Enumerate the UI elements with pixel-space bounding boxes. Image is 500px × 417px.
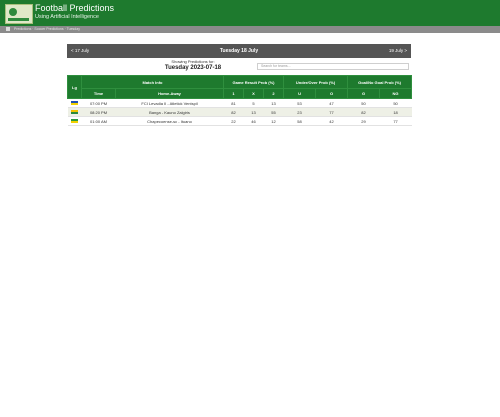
col-2[interactable]: 2 — [262, 88, 285, 99]
ball-icon — [9, 8, 17, 16]
prob-goal: 29 — [347, 116, 380, 126]
predictions-panel: < 17 July Tuesday 18 July 19 July > Show… — [67, 44, 413, 136]
match-time: 01:00 AM — [81, 116, 116, 126]
prob-1: 22 — [223, 116, 244, 126]
breadcrumb: Predictions · Soccer Predictions · Tuesd… — [0, 26, 500, 33]
prob-1: 82 — [223, 107, 244, 117]
table-row[interactable]: 01:00 AM Chapecoense-sc - Ituano 22 46 1… — [67, 116, 412, 126]
col-league[interactable]: Lg — [67, 75, 82, 99]
col-1[interactable]: 1 — [223, 88, 244, 99]
prob-2: 13 — [263, 98, 284, 108]
table-row[interactable]: 07:00 PM FCI Levadia II - Atletick Vents… — [67, 98, 412, 108]
col-o[interactable]: O — [315, 88, 349, 99]
prob-goal: 82 — [347, 107, 380, 117]
prob-x: 46 — [243, 116, 264, 126]
prob-under: 23 — [283, 107, 316, 117]
country-flag-icon — [71, 101, 78, 106]
col-x[interactable]: X — [243, 88, 264, 99]
search-input[interactable]: Search for teams... — [257, 63, 409, 70]
prob-no-goal: 50 — [379, 98, 412, 108]
country-flag-icon — [71, 110, 78, 115]
prob-over: 77 — [315, 107, 348, 117]
prob-over: 47 — [315, 98, 348, 108]
prob-no-goal: 77 — [379, 116, 412, 126]
field-icon — [8, 18, 29, 21]
date-navigation: < 17 July Tuesday 18 July 19 July > — [67, 44, 411, 58]
match-teams[interactable]: Chapecoense-sc - Ituano — [115, 116, 224, 126]
prob-1: 81 — [223, 98, 244, 108]
match-time: 08:20 PM — [81, 107, 116, 117]
showing-date: Tuesday 2023-07-18 — [164, 65, 222, 71]
prob-no-goal: 18 — [379, 107, 412, 117]
predictions-table: Lg Match Info Game Result Prob (%) Under… — [67, 75, 413, 126]
col-under-over: Under/Over Prob (%) — [283, 75, 349, 89]
country-flag-icon — [71, 119, 78, 124]
match-teams[interactable]: Banga - Kauno Zalgiris — [115, 107, 224, 117]
showing-label: Showing Predictions for: — [171, 59, 215, 64]
prob-under: 53 — [283, 98, 316, 108]
match-teams[interactable]: FCI Levadia II - Atletick Ventspil — [115, 98, 224, 108]
prob-goal: 50 — [347, 98, 380, 108]
table-row[interactable]: 08:20 PM Banga - Kauno Zalgiris 82 13 55… — [67, 107, 412, 117]
col-goal-nogoal: Goal/No Goal Prob (%) — [347, 75, 413, 89]
site-logo[interactable] — [5, 4, 33, 24]
next-day-link[interactable]: 19 July > — [389, 44, 407, 58]
prob-over: 42 — [315, 116, 348, 126]
col-ng[interactable]: NG — [379, 88, 413, 99]
site-subtitle: Using Artificial Intelligence — [35, 14, 99, 20]
prob-x: 13 — [243, 107, 264, 117]
home-icon[interactable] — [6, 27, 10, 31]
site-header: Football Predictions Using Artificial In… — [0, 0, 500, 26]
prob-under: 58 — [283, 116, 316, 126]
col-time[interactable]: Time — [81, 88, 116, 99]
prob-2: 55 — [263, 107, 284, 117]
current-date: Tuesday 18 July — [219, 48, 259, 54]
site-title[interactable]: Football Predictions — [35, 3, 114, 13]
prob-2: 12 — [263, 116, 284, 126]
col-game-result: Game Result Prob (%) — [222, 75, 285, 89]
breadcrumb-text[interactable]: Predictions · Soccer Predictions · Tuesd… — [14, 26, 80, 33]
prob-x: 5 — [243, 98, 264, 108]
match-time: 07:00 PM — [81, 98, 116, 108]
col-g[interactable]: G — [347, 88, 381, 99]
col-u[interactable]: U — [283, 88, 317, 99]
col-home-away[interactable]: Home-Away — [115, 88, 224, 99]
col-match-info: Match Info — [81, 75, 224, 89]
